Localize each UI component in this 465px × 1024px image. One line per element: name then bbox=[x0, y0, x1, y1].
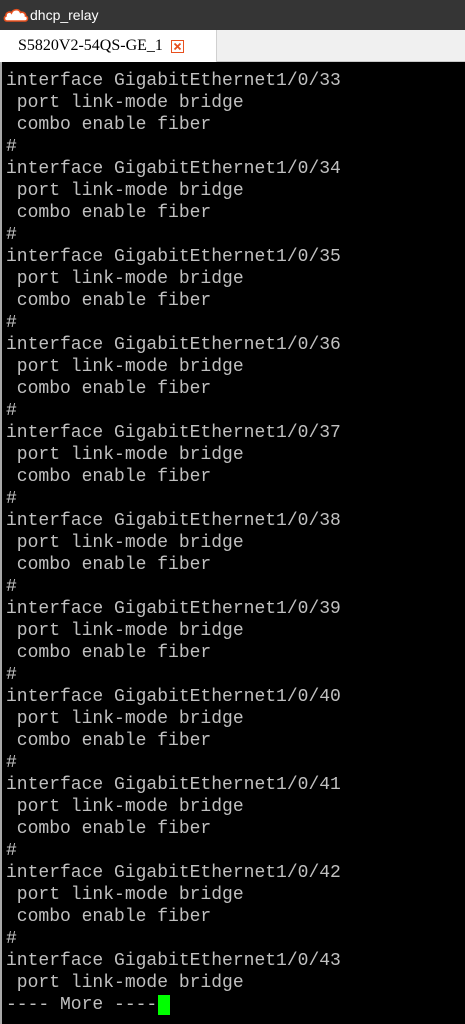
terminal-line: # bbox=[6, 753, 17, 773]
terminal-line: interface GigabitEthernet1/0/39 bbox=[6, 599, 341, 619]
terminal-line: combo enable fiber bbox=[6, 819, 212, 839]
terminal-line: port link-mode bridge bbox=[6, 709, 244, 729]
terminal-line: port link-mode bridge bbox=[6, 93, 244, 113]
terminal-line: port link-mode bridge bbox=[6, 621, 244, 641]
terminal-line: port link-mode bridge bbox=[6, 973, 244, 993]
terminal-line: # bbox=[6, 401, 17, 421]
window-title: dhcp_relay bbox=[30, 7, 99, 23]
terminal-line: # bbox=[6, 313, 17, 333]
terminal-line: port link-mode bridge bbox=[6, 797, 244, 817]
terminal-line: interface GigabitEthernet1/0/33 bbox=[6, 71, 341, 91]
more-prompt-line: ---- More ---- bbox=[6, 994, 341, 1016]
terminal-line: interface GigabitEthernet1/0/42 bbox=[6, 863, 341, 883]
tab-bar: S5820V2-54QS-GE_1 bbox=[0, 30, 465, 62]
close-icon[interactable] bbox=[170, 39, 184, 53]
terminal-line: port link-mode bridge bbox=[6, 885, 244, 905]
terminal-line: combo enable fiber bbox=[6, 379, 212, 399]
terminal-line: combo enable fiber bbox=[6, 115, 212, 135]
terminal-line: interface GigabitEthernet1/0/38 bbox=[6, 511, 341, 531]
terminal-line: port link-mode bridge bbox=[6, 181, 244, 201]
terminal-line: port link-mode bridge bbox=[6, 357, 244, 377]
cloud-icon bbox=[3, 8, 29, 22]
terminal-line: interface GigabitEthernet1/0/35 bbox=[6, 247, 341, 267]
terminal-window: dhcp_relay S5820V2-54QS-GE_1 interface G… bbox=[0, 0, 465, 1024]
terminal-line: interface GigabitEthernet1/0/37 bbox=[6, 423, 341, 443]
terminal-output[interactable]: interface GigabitEthernet1/0/33 port lin… bbox=[0, 62, 465, 1024]
terminal-line: combo enable fiber bbox=[6, 291, 212, 311]
title-bar: dhcp_relay bbox=[0, 0, 465, 30]
terminal-line: # bbox=[6, 841, 17, 861]
terminal-line: # bbox=[6, 929, 17, 949]
terminal-line: combo enable fiber bbox=[6, 467, 212, 487]
terminal-line: port link-mode bridge bbox=[6, 445, 244, 465]
tab-label: S5820V2-54QS-GE_1 bbox=[18, 37, 163, 54]
terminal-line: combo enable fiber bbox=[6, 203, 212, 223]
terminal-line: # bbox=[6, 137, 17, 157]
terminal-line: port link-mode bridge bbox=[6, 533, 244, 553]
terminal-line: interface GigabitEthernet1/0/41 bbox=[6, 775, 341, 795]
terminal-line: # bbox=[6, 489, 17, 509]
terminal-line: port link-mode bridge bbox=[6, 269, 244, 289]
terminal-lines: interface GigabitEthernet1/0/33 port lin… bbox=[6, 70, 341, 1016]
terminal-line: combo enable fiber bbox=[6, 731, 212, 751]
terminal-line: interface GigabitEthernet1/0/34 bbox=[6, 159, 341, 179]
terminal-line: combo enable fiber bbox=[6, 555, 212, 575]
terminal-line: # bbox=[6, 225, 17, 245]
cursor-block bbox=[158, 995, 171, 1015]
terminal-line: interface GigabitEthernet1/0/36 bbox=[6, 335, 341, 355]
terminal-line: # bbox=[6, 665, 17, 685]
terminal-line: combo enable fiber bbox=[6, 643, 212, 663]
more-prompt: ---- More ---- bbox=[6, 995, 158, 1015]
terminal-line: interface GigabitEthernet1/0/43 bbox=[6, 951, 341, 971]
tab-session[interactable]: S5820V2-54QS-GE_1 bbox=[0, 30, 217, 62]
terminal-line: combo enable fiber bbox=[6, 907, 212, 927]
terminal-line: # bbox=[6, 577, 17, 597]
terminal-line: interface GigabitEthernet1/0/40 bbox=[6, 687, 341, 707]
